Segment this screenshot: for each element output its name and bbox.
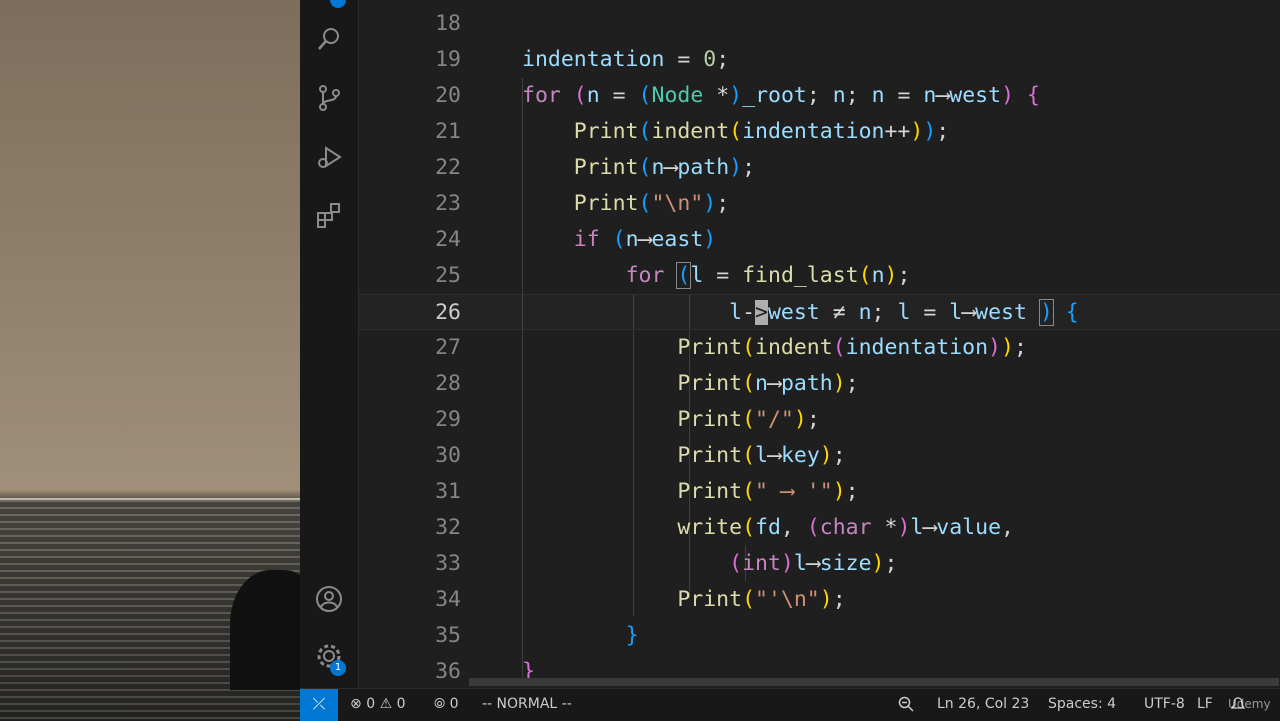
line-number: 27: [435, 335, 461, 360]
code-line: 32 write(fd, (char *)l⟶value,: [359, 510, 1280, 546]
line-code: write(fd, (char *)l⟶value,: [677, 515, 1014, 540]
watermark: Udemy: [1228, 697, 1271, 711]
line-code: if (n⟶east): [573, 227, 717, 252]
code-line: 25 for (l = find_last(n);: [359, 258, 1280, 294]
line-number: 25: [435, 263, 461, 288]
search-icon[interactable]: [314, 26, 344, 56]
line-code: Print(n⟶path);: [573, 155, 756, 180]
line-number: 32: [435, 515, 461, 540]
line-code: Print(indent(indentation));: [677, 335, 1027, 360]
line-number: 33: [435, 551, 461, 576]
line-code: for (n = (Node *)_root; n; n = n⟶west) {: [522, 83, 1040, 108]
rock: [230, 570, 300, 690]
indentation-setting[interactable]: Spaces: 4: [1048, 689, 1116, 721]
error-count: 0: [366, 696, 376, 712]
scrollbar-thumb[interactable]: [469, 678, 1279, 686]
cursor-position[interactable]: Ln 26, Col 23: [937, 689, 1029, 721]
code-line: 23 Print("\n");: [359, 186, 1280, 222]
line-number: 22: [435, 155, 461, 180]
line-number: 23: [435, 191, 461, 216]
horizontal-scrollbar[interactable]: [359, 676, 1280, 688]
code-line-current: 26 l->west ≠ n; l = l⟶west ) {: [359, 294, 1280, 330]
line-code: indentation = 0;: [522, 47, 730, 72]
line-code: Print(l⟶key);: [677, 443, 846, 468]
desktop-wallpaper: [0, 0, 300, 720]
line-number: 21: [435, 119, 461, 144]
error-icon: ⊗: [350, 696, 362, 712]
eol-setting[interactable]: LF: [1197, 689, 1213, 721]
line-number: 34: [435, 587, 461, 612]
line-number: 19: [435, 47, 461, 72]
source-control-icon[interactable]: [314, 84, 344, 114]
code-line: 35 }: [359, 618, 1280, 654]
problems-indicator[interactable]: ⊗ 0 ⚠ 0: [350, 689, 406, 721]
line-number: 20: [435, 83, 461, 108]
line-code: for (l = find_last(n);: [625, 262, 911, 289]
code-line: 29 Print("/");: [359, 402, 1280, 438]
activity-bar: 1: [300, 0, 359, 688]
run-debug-icon[interactable]: [314, 143, 344, 173]
line-number: 35: [435, 623, 461, 648]
code-line: 18: [359, 6, 1280, 42]
vim-mode: -- NORMAL --: [482, 696, 572, 712]
top-badge: [330, 0, 346, 8]
line-number: 26: [435, 300, 461, 325]
line-code: Print(n⟶path);: [677, 371, 859, 396]
line-number: 29: [435, 407, 461, 432]
code-editor[interactable]: 18 19 indentation = 0; 20 for (n = (Node *…: [359, 0, 1280, 688]
code-line: 27 Print(indent(indentation));: [359, 330, 1280, 366]
ports-indicator[interactable]: ⦾ 0: [434, 689, 459, 721]
warning-count: 0: [396, 696, 406, 712]
line-code: Print("'\n");: [677, 587, 846, 612]
code-line: 21 Print(indent(indentation++));: [359, 114, 1280, 150]
line-code: (int)l⟶size);: [729, 551, 898, 576]
code-line: 28 Print(n⟶path);: [359, 366, 1280, 402]
extensions-icon[interactable]: [314, 201, 344, 231]
encoding-setting[interactable]: UTF-8: [1144, 689, 1185, 721]
code-line: 34 Print("'\n");: [359, 582, 1280, 618]
line-code: Print("/");: [677, 407, 820, 432]
code-line: 20 for (n = (Node *)_root; n; n = n⟶west)…: [359, 78, 1280, 114]
warning-icon: ⚠: [379, 696, 393, 712]
code-line: 24 if (n⟶east): [359, 222, 1280, 258]
ports-icon: ⦾: [434, 696, 446, 712]
line-code: Print(indent(indentation++));: [573, 119, 950, 144]
line-number: 31: [435, 479, 461, 504]
code-line: 31 Print(" ⟶ '");: [359, 474, 1280, 510]
status-bar: ⤫ ⊗ 0 ⚠ 0 ⦾ 0 -- NORMAL -- Ln 26, Col 23…: [300, 688, 1280, 721]
line-code: Print("\n");: [573, 191, 730, 216]
code-line: 19 indentation = 0;: [359, 42, 1280, 78]
vscode-window: 1 18 19 indentation = 0; 20 for (n = (Node…: [300, 0, 1280, 721]
code-line: 33 (int)l⟶size);: [359, 546, 1280, 582]
line-code: Print(" ⟶ '");: [677, 479, 859, 504]
settings-badge: 1: [330, 660, 346, 676]
line-number: 24: [435, 227, 461, 252]
zoom-icon[interactable]: [898, 689, 914, 721]
line-code: }: [625, 623, 639, 648]
code-line: 30 Print(l⟶key);: [359, 438, 1280, 474]
text-cursor: >: [755, 300, 768, 325]
remote-indicator-icon[interactable]: ⤫: [300, 689, 338, 721]
line-number: 28: [435, 371, 461, 396]
line-code: l->west ≠ n; l = l⟶west ) {: [729, 299, 1079, 326]
account-icon[interactable]: [314, 585, 344, 615]
ports-count: 0: [449, 696, 459, 712]
code-line: 22 Print(n⟶path);: [359, 150, 1280, 186]
line-number: 18: [435, 11, 461, 36]
line-number: 30: [435, 443, 461, 468]
